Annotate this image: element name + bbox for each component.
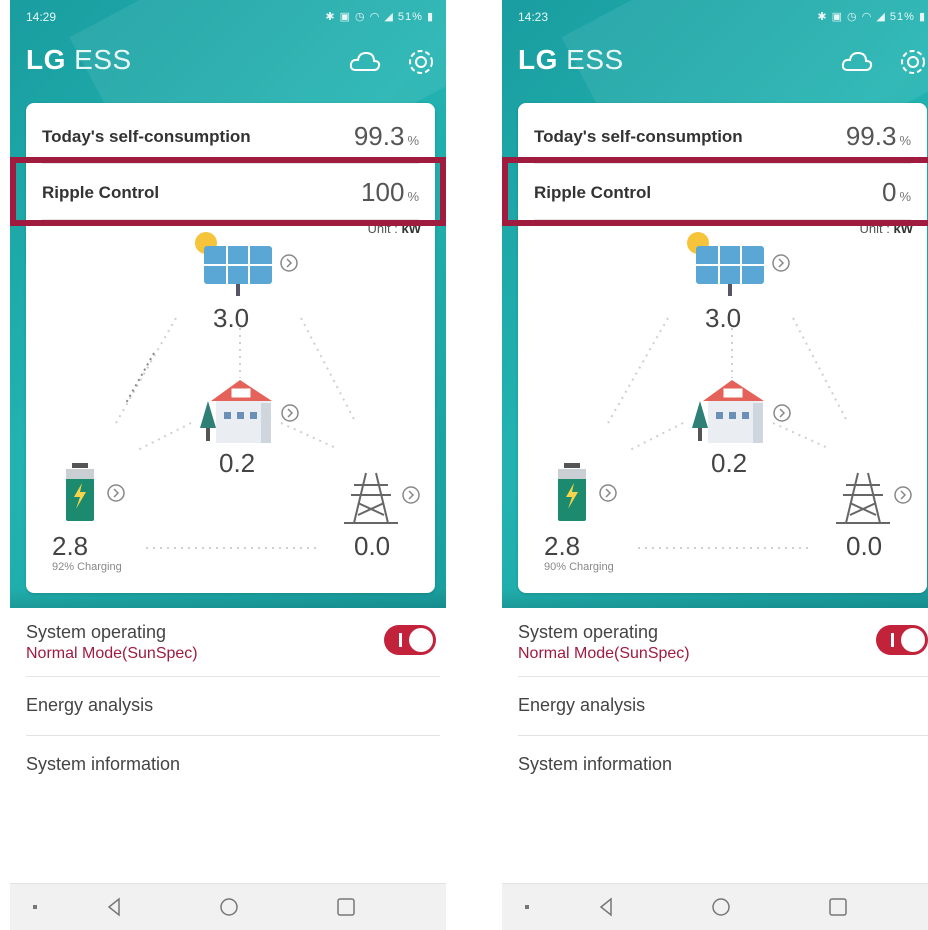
solar-panel-icon bbox=[696, 246, 764, 296]
cloud-icon[interactable] bbox=[348, 46, 382, 78]
energy-analysis-item[interactable]: Energy analysis bbox=[518, 677, 928, 736]
power-tower-icon bbox=[344, 472, 398, 524]
toggle-knob bbox=[901, 628, 925, 652]
back-icon[interactable] bbox=[104, 884, 124, 930]
navigation-bar bbox=[10, 883, 446, 930]
system-operating-label: System operating bbox=[518, 622, 659, 642]
chevron-right-icon[interactable] bbox=[281, 404, 299, 422]
system-operating-label: System operating bbox=[26, 622, 167, 642]
brand-lg: LG bbox=[26, 44, 66, 75]
app-title: LG ESS bbox=[26, 44, 132, 76]
dot-icon[interactable] bbox=[30, 884, 42, 930]
chevron-right-icon[interactable] bbox=[107, 484, 125, 502]
back-icon[interactable] bbox=[596, 884, 616, 930]
system-mode: Normal Mode(SunSpec) bbox=[26, 645, 198, 662]
chevron-right-icon[interactable] bbox=[280, 254, 298, 272]
chevron-right-icon[interactable] bbox=[772, 254, 790, 272]
solar-kw-value: 3.0 bbox=[213, 303, 250, 333]
system-mode: Normal Mode(SunSpec) bbox=[518, 645, 690, 662]
brand-lg: LG bbox=[518, 44, 558, 75]
energy-analysis-label: Energy analysis bbox=[26, 695, 154, 715]
phone-screen-left: 14:29 ✱ ▣ ◷ ◠ ◢ 51% ▮ LG ESS Today's sel… bbox=[10, 0, 446, 930]
toggle-bar bbox=[891, 633, 894, 647]
gear-icon[interactable] bbox=[404, 46, 438, 78]
toggle-knob bbox=[409, 628, 433, 652]
ripple-control-highlight bbox=[502, 157, 928, 226]
house-icon bbox=[703, 380, 764, 443]
battery-icon bbox=[66, 463, 94, 521]
chevron-right-icon[interactable] bbox=[599, 484, 617, 502]
app-title: LG ESS bbox=[518, 44, 624, 76]
grid-kw-value: 0.0 bbox=[846, 531, 883, 561]
recents-square-icon[interactable] bbox=[827, 884, 849, 930]
navigation-bar bbox=[502, 883, 928, 930]
chevron-right-icon[interactable] bbox=[894, 486, 912, 504]
status-icons: ✱ ▣ ◷ ◠ ◢ 51% ▮ bbox=[817, 11, 926, 23]
system-toggle[interactable] bbox=[876, 625, 928, 655]
battery-icon bbox=[558, 463, 586, 521]
phone-screen-right: 14:23 ✱ ▣ ◷ ◠ ◢ 51% ▮ LG ESS Today's sel… bbox=[502, 0, 928, 930]
system-information-item[interactable]: System information bbox=[518, 736, 928, 794]
energy-analysis-item[interactable]: Energy analysis bbox=[26, 677, 440, 736]
chevron-right-icon[interactable] bbox=[402, 486, 420, 504]
home-circle-icon[interactable] bbox=[218, 884, 240, 930]
dot-icon[interactable] bbox=[522, 884, 534, 930]
system-information-item[interactable]: System information bbox=[26, 736, 440, 794]
recents-square-icon[interactable] bbox=[335, 884, 357, 930]
status-icons: ✱ ▣ ◷ ◠ ◢ 51% ▮ bbox=[325, 11, 434, 23]
tree-icon bbox=[692, 401, 708, 441]
status-time: 14:29 bbox=[26, 10, 57, 24]
gear-icon[interactable] bbox=[896, 46, 928, 78]
system-operating-item[interactable]: System operating Normal Mode(SunSpec) bbox=[518, 608, 928, 677]
system-information-label: System information bbox=[518, 754, 673, 774]
solar-panel-icon bbox=[204, 246, 272, 296]
chevron-right-icon[interactable] bbox=[773, 404, 791, 422]
battery-status: 90% Charging bbox=[544, 561, 614, 573]
battery-status: 92% Charging bbox=[52, 561, 122, 573]
system-toggle[interactable] bbox=[384, 625, 436, 655]
ripple-control-highlight bbox=[10, 157, 446, 226]
cloud-icon[interactable] bbox=[840, 46, 874, 78]
brand-ess: ESS bbox=[74, 44, 132, 75]
battery-kw-value: 2.8 bbox=[52, 531, 89, 561]
tree-icon bbox=[200, 401, 216, 441]
battery-kw-value: 2.8 bbox=[544, 531, 581, 561]
home-kw-value: 0.2 bbox=[219, 448, 256, 478]
status-bar: 14:23 ✱ ▣ ◷ ◠ ◢ 51% ▮ bbox=[518, 10, 926, 26]
energy-analysis-label: Energy analysis bbox=[518, 695, 646, 715]
system-operating-item[interactable]: System operating Normal Mode(SunSpec) bbox=[26, 608, 440, 677]
house-icon bbox=[211, 380, 272, 443]
toggle-bar bbox=[399, 633, 402, 647]
power-tower-icon bbox=[836, 472, 890, 524]
system-information-label: System information bbox=[26, 754, 181, 774]
status-time: 14:23 bbox=[518, 10, 549, 24]
grid-kw-value: 0.0 bbox=[354, 531, 391, 561]
brand-ess: ESS bbox=[566, 44, 624, 75]
solar-kw-value: 3.0 bbox=[705, 303, 742, 333]
active-flow bbox=[125, 352, 155, 404]
status-bar: 14:29 ✱ ▣ ◷ ◠ ◢ 51% ▮ bbox=[26, 10, 434, 26]
home-circle-icon[interactable] bbox=[710, 884, 732, 930]
home-kw-value: 0.2 bbox=[711, 448, 748, 478]
